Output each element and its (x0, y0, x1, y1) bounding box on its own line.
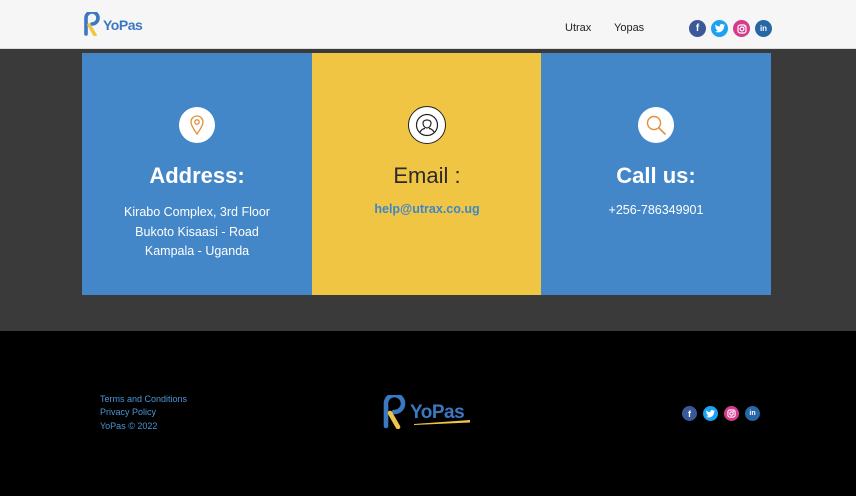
nav-link-utrax[interactable]: Utrax (565, 22, 591, 34)
facebook-icon[interactable]: f (682, 406, 697, 421)
call-card: Call us: +256-786349901 (541, 53, 771, 295)
privacy-link[interactable]: Privacy Policy (100, 407, 156, 417)
footer-social-links: f in (682, 406, 766, 421)
call-title: Call us: (616, 163, 696, 188)
address-line-2: Bukoto Kisaasi - Road (135, 224, 259, 239)
site-footer: Terms and Conditions Privacy Policy YoPa… (0, 331, 856, 496)
address-lines: Kirabo Complex, 3rd Floor Bukoto Kisaasi… (82, 203, 312, 262)
header-social-links: f in (689, 20, 777, 37)
twitter-icon[interactable] (711, 20, 728, 37)
terms-link[interactable]: Terms and Conditions (100, 394, 187, 404)
search-icon (638, 107, 674, 143)
logo-text: YoPas (103, 16, 143, 33)
email-link[interactable]: help@utrax.co.ug (312, 202, 542, 216)
logo-underline-swoosh (414, 420, 470, 425)
address-line-1: Kirabo Complex, 3rd Floor (124, 205, 270, 219)
yopas-logo-icon (84, 12, 100, 36)
location-pin-icon (179, 107, 215, 143)
email-title: Email : (393, 163, 461, 188)
facebook-icon[interactable]: f (689, 20, 706, 37)
call-lines: +256-786349901 (541, 201, 771, 221)
address-line-3: Kampala - Uganda (144, 244, 250, 258)
address-card: Address: Kirabo Complex, 3rd Floor Bukot… (82, 53, 312, 295)
linkedin-icon[interactable]: in (755, 20, 772, 37)
email-card: Email : help@utrax.co.ug (312, 53, 542, 295)
yopas-logo-icon (383, 395, 406, 429)
address-title: Address: (149, 163, 245, 188)
linkedin-icon[interactable]: in (745, 406, 760, 421)
header-logo[interactable]: YoPas (82, 12, 143, 36)
twitter-icon[interactable] (703, 406, 718, 421)
site-header: YoPas Utrax Yopas f in (0, 0, 856, 49)
phone-number: +256-786349901 (608, 203, 704, 217)
nav-link-yopas[interactable]: Yopas (614, 22, 644, 34)
instagram-icon[interactable] (724, 406, 739, 421)
copyright-text: YoPas © 2022 (100, 421, 158, 431)
user-icon (408, 106, 446, 144)
instagram-icon[interactable] (733, 20, 750, 37)
